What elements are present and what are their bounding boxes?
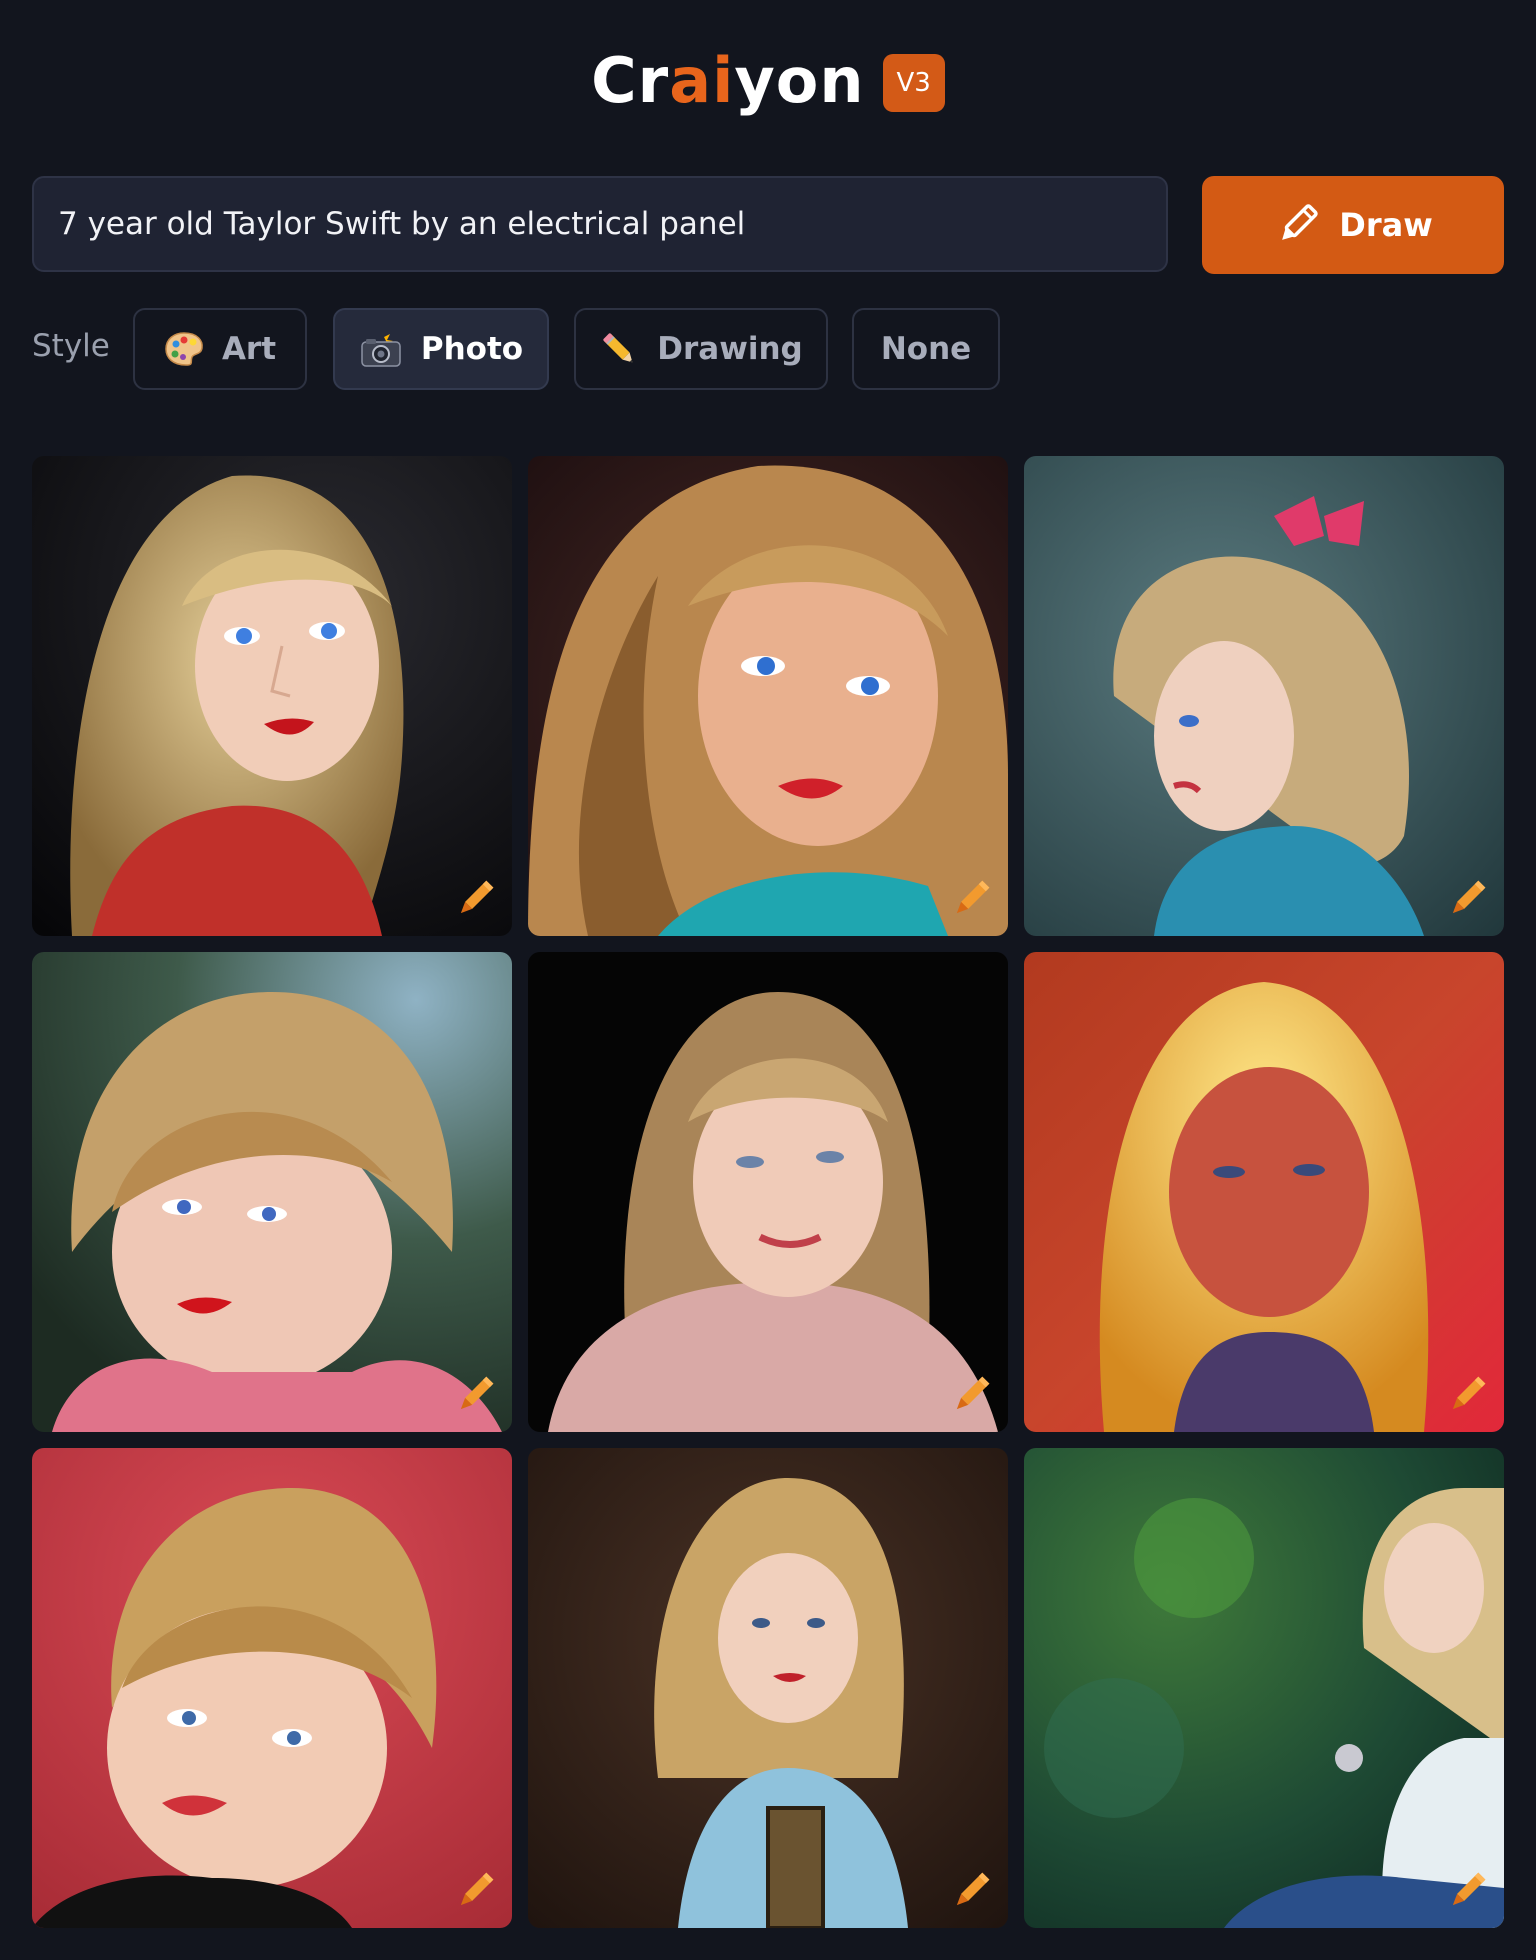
version-badge: V3 [882,54,945,112]
style-option-label: Photo [420,331,524,367]
generated-portrait [32,1448,512,1928]
result-image-6[interactable] [1024,952,1504,1432]
edit-pencil-icon[interactable] [452,876,498,922]
prompt-input[interactable] [32,176,1168,272]
result-image-3[interactable] [1024,456,1504,936]
generated-portrait [1024,1448,1504,1928]
generated-portrait [32,952,512,1432]
result-image-7[interactable] [32,1448,512,1928]
camera-flash-icon [359,330,403,368]
edit-pencil-icon[interactable] [948,876,994,922]
style-option-drawing[interactable]: Drawing [574,308,828,390]
edit-pencil-icon[interactable] [948,1868,994,1914]
edit-pencil-icon[interactable] [1444,1868,1490,1914]
results-grid [32,456,1504,1928]
result-image-9[interactable] [1024,1448,1504,1928]
edit-pencil-icon[interactable] [1444,876,1490,922]
header: Craiyon V3 [0,44,1536,118]
pencil-icon [1282,204,1318,240]
style-option-none[interactable]: None [852,308,1000,390]
style-option-art[interactable]: Art [133,308,307,390]
draw-button-label: Draw [1339,206,1433,244]
craiyon-page: Craiyon V3 Draw Style Art [0,0,1536,1960]
result-image-5[interactable] [528,952,1008,1432]
style-option-photo[interactable]: Photo [333,308,549,390]
edit-pencil-icon[interactable] [452,1868,498,1914]
palette-icon [164,331,204,367]
generated-portrait [528,952,1008,1432]
style-label: Style [32,328,110,364]
pencil-icon [599,329,639,369]
logo-text-end: yon [734,44,865,117]
generated-portrait [1024,456,1504,936]
draw-button[interactable]: Draw [1202,176,1504,274]
edit-pencil-icon[interactable] [452,1372,498,1418]
result-image-1[interactable] [32,456,512,936]
generated-portrait [528,456,1008,936]
logo-text-start: Cr [591,44,670,117]
style-option-label: None [880,331,972,367]
result-image-8[interactable] [528,1448,1008,1928]
craiyon-logo[interactable]: Craiyon [591,44,864,118]
edit-pencil-icon[interactable] [1444,1372,1490,1418]
generated-portrait [32,456,512,936]
edit-pencil-icon[interactable] [948,1372,994,1418]
style-option-label: Drawing [657,331,803,367]
logo-text-accent: ai [669,44,735,117]
style-option-label: Art [221,331,277,367]
generated-portrait [528,1448,1008,1928]
generated-portrait [1024,952,1504,1432]
result-image-2[interactable] [528,456,1008,936]
result-image-4[interactable] [32,952,512,1432]
